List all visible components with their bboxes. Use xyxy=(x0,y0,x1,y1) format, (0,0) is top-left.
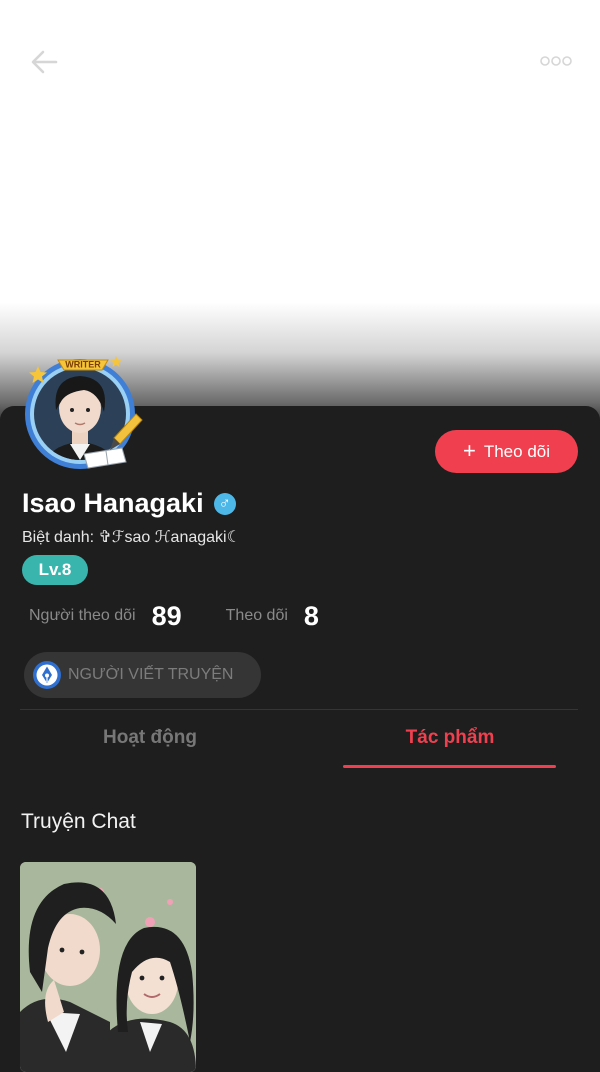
level-badge: Lv.8 xyxy=(22,555,88,585)
follow-button[interactable]: + Theo dõi xyxy=(435,430,578,473)
name-row: Isao Hanagaki ♂ xyxy=(22,488,236,519)
avatar[interactable]: WRITER xyxy=(18,350,146,472)
writer-badge-text: WRITER xyxy=(65,360,101,370)
tab-activity[interactable]: Hoạt động xyxy=(0,727,300,749)
pen-nib-icon xyxy=(33,661,61,689)
profile-nickname: Biệt danh: ✞ℱsao ℋanagaki☾ xyxy=(22,529,241,546)
plus-icon: + xyxy=(462,437,476,463)
back-arrow-icon[interactable] xyxy=(26,44,62,80)
story-cover-image xyxy=(20,862,196,1072)
following-count[interactable]: 8 xyxy=(304,601,319,632)
role-chip[interactable]: NGƯỜI VIẾT TRUYỆN xyxy=(24,652,261,698)
male-gender-icon: ♂ xyxy=(213,492,236,515)
more-dots-icon[interactable] xyxy=(538,52,574,70)
story-card[interactable] xyxy=(20,862,196,1072)
followers-label[interactable]: Người theo dõi xyxy=(29,607,136,625)
follow-button-label: Theo dõi xyxy=(483,441,551,461)
followers-count[interactable]: 89 xyxy=(152,601,182,632)
tabs-divider xyxy=(20,709,578,710)
profile-name: Isao Hanagaki xyxy=(22,488,204,518)
following-label[interactable]: Theo dõi xyxy=(226,607,288,625)
follow-stats: Người theo dõi 89 Theo dõi 8 xyxy=(29,598,319,634)
active-tab-indicator xyxy=(343,765,556,768)
avatar-image: WRITER xyxy=(25,356,143,469)
section-title: Truyện Chat xyxy=(21,810,136,833)
tab-works[interactable]: Tác phẩm xyxy=(300,727,600,749)
role-chip-label: NGƯỜI VIẾT TRUYỆN xyxy=(68,666,234,683)
